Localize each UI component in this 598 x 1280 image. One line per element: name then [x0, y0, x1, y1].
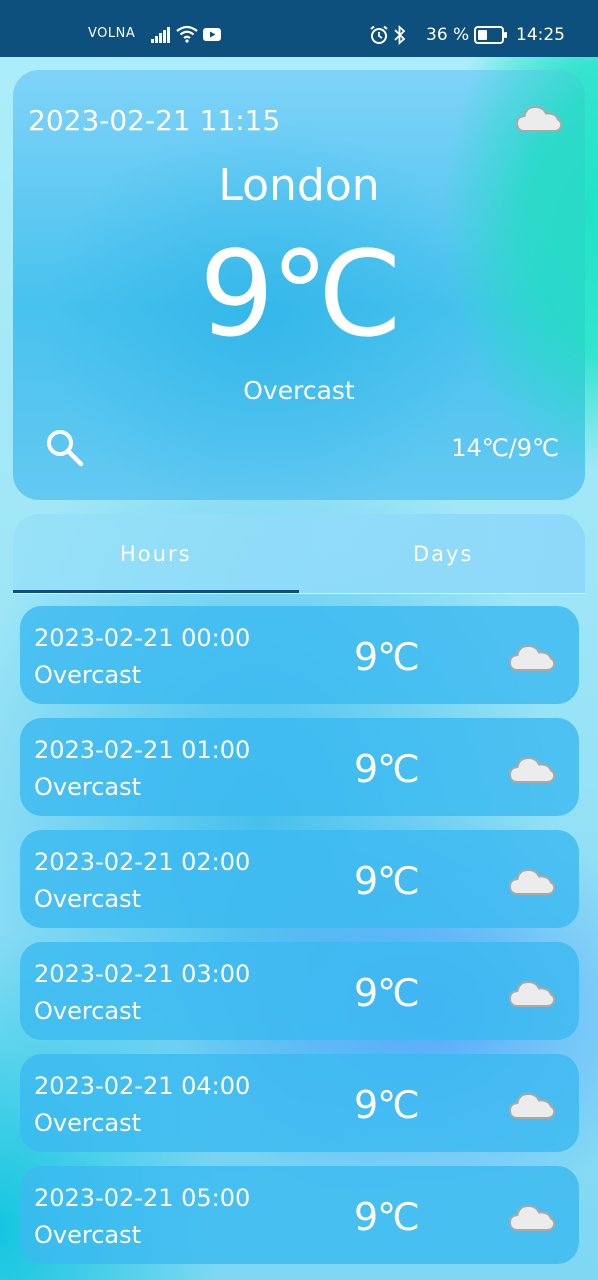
list-item[interactable]: 2023-02-21 03:00 Overcast 9℃	[20, 942, 579, 1040]
hour-temperature: 9℃	[354, 1195, 420, 1239]
hour-temperature: 9℃	[354, 635, 420, 679]
carrier-label: VOLNA	[88, 26, 136, 41]
city-name: London	[218, 160, 380, 211]
hour-temperature: 9℃	[354, 747, 420, 791]
status-bar: VOLNA 36 % 14:25	[0, 0, 598, 57]
cloud-icon	[508, 1204, 556, 1231]
hour-time: 2023-02-21 02:00	[34, 848, 251, 876]
list-item[interactable]: 2023-02-21 00:00 Overcast 9℃	[20, 606, 579, 704]
hour-condition: Overcast	[34, 885, 142, 913]
list-item[interactable]: 2023-02-21 05:00 Overcast 9℃	[20, 1166, 579, 1264]
temperature-range: 14℃/9℃	[451, 434, 559, 462]
tabs-divider	[13, 593, 585, 594]
hour-time: 2023-02-21 04:00	[34, 1072, 251, 1100]
search-icon[interactable]	[44, 427, 86, 469]
hour-temperature: 9℃	[354, 859, 420, 903]
tab-days[interactable]: Days	[413, 542, 473, 566]
cloud-icon	[508, 644, 556, 671]
hour-time: 2023-02-21 05:00	[34, 1184, 251, 1212]
battery-icon	[474, 26, 507, 44]
wifi-icon	[176, 25, 198, 43]
cloud-icon	[508, 980, 556, 1007]
hour-time: 2023-02-21 03:00	[34, 960, 251, 988]
hour-condition: Overcast	[34, 1109, 142, 1137]
current-weather-card: 2023-02-21 11:15 London 9℃ Overcast 14℃/…	[13, 70, 585, 500]
hour-time: 2023-02-21 01:00	[34, 736, 251, 764]
hour-condition: Overcast	[34, 661, 142, 689]
list-item[interactable]: 2023-02-21 02:00 Overcast 9℃	[20, 830, 579, 928]
hour-condition: Overcast	[34, 773, 142, 801]
tab-selected-indicator	[13, 590, 299, 593]
current-datetime: 2023-02-21 11:15	[28, 104, 281, 137]
current-temperature: 9℃	[199, 225, 403, 363]
list-item[interactable]: 2023-02-21 04:00 Overcast 9℃	[20, 1054, 579, 1152]
forecast-tabs: Hours Days	[13, 514, 585, 594]
cloud-icon	[515, 105, 563, 132]
alarm-icon	[370, 25, 388, 44]
tab-hours[interactable]: Hours	[120, 542, 192, 566]
current-condition: Overcast	[243, 376, 355, 405]
list-item[interactable]: 2023-02-21 01:00 Overcast 9℃	[20, 718, 579, 816]
hour-temperature: 9℃	[354, 1083, 420, 1127]
hour-condition: Overcast	[34, 997, 142, 1025]
signal-icon	[151, 27, 170, 43]
cloud-icon	[508, 868, 556, 895]
hour-time: 2023-02-21 00:00	[34, 624, 251, 652]
cloud-icon	[508, 756, 556, 783]
clock: 14:25	[516, 25, 565, 45]
bluetooth-icon	[394, 25, 406, 45]
battery-percent: 36 %	[426, 25, 470, 45]
cloud-icon	[508, 1092, 556, 1119]
hour-temperature: 9℃	[354, 971, 420, 1015]
youtube-icon	[203, 28, 221, 41]
hour-condition: Overcast	[34, 1221, 142, 1249]
